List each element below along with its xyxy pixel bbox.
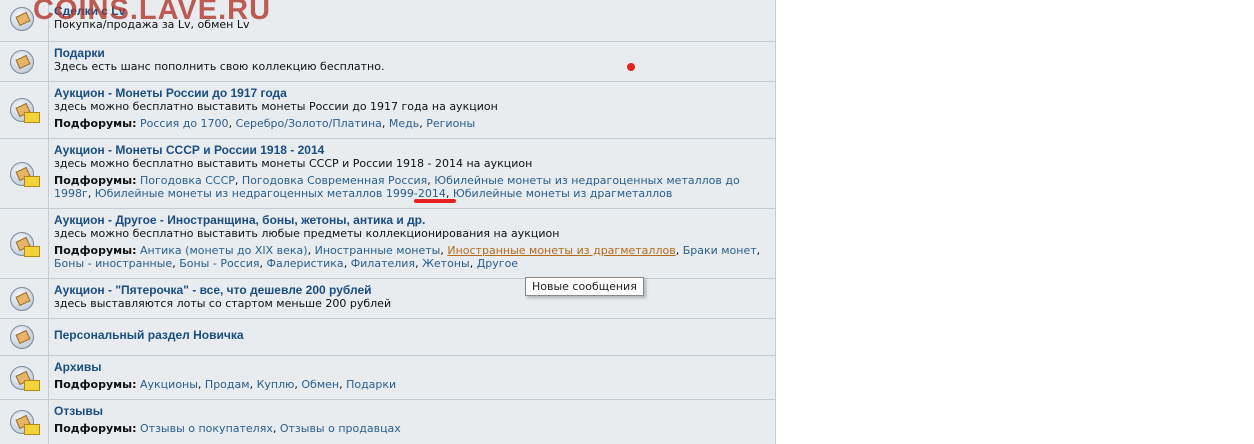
- forum-row: Персональный раздел Новичка: [0, 319, 775, 356]
- forum-new-posts-icon[interactable]: [10, 161, 40, 187]
- forum-title-link[interactable]: Аукцион - Другое - Иностранщина, боны, ж…: [54, 213, 767, 227]
- subforum-link[interactable]: Жетоны: [422, 257, 470, 270]
- forum-new-posts-icon[interactable]: [10, 410, 40, 435]
- forum-list: Сделки с Lv Покупка/продажа за Lv, обмен…: [0, 0, 776, 444]
- site-watermark: COINS.LAVE.RU: [33, 0, 272, 26]
- forum-title-link[interactable]: Подарки: [54, 46, 767, 60]
- subforums-label: Подфорумы:: [54, 422, 137, 435]
- forum-row: Архивы Подфорумы: Аукционы, Продам, Купл…: [0, 356, 775, 400]
- subforum-link[interactable]: Аукционы: [140, 378, 198, 391]
- subforums-label: Подфорумы:: [54, 244, 137, 257]
- forum-description: здесь можно бесплатно выставить монеты С…: [54, 157, 533, 170]
- subforum-link[interactable]: Россия до 1700: [140, 117, 229, 130]
- subforum-link[interactable]: Юбилейные монеты из драгметаллов: [453, 187, 673, 200]
- subforum-link[interactable]: Медь: [389, 117, 419, 130]
- forum-row: Подарки Здесь есть шанс пополнить свою к…: [0, 42, 775, 82]
- forum-new-posts-icon[interactable]: [10, 365, 40, 391]
- subforum-link[interactable]: Фалеристика: [267, 257, 344, 270]
- subforum-link[interactable]: Боны - Россия: [179, 257, 259, 270]
- subforum-link[interactable]: Антика (монеты до XIX века): [140, 244, 308, 257]
- subforum-list: Подфорумы: Погодовка СССР, Погодовка Сов…: [54, 174, 740, 200]
- subforum-link[interactable]: Серебро/Золото/Платина: [236, 117, 382, 130]
- subforum-link[interactable]: Браки монет: [683, 244, 757, 257]
- forum-title-link[interactable]: Аукцион - "Пятерочка" - все, что дешевле…: [54, 283, 767, 297]
- forum-description: здесь можно бесплатно выставить любые пр…: [54, 227, 560, 240]
- forum-folder-icon: [10, 49, 34, 74]
- forum-title-link[interactable]: Архивы: [54, 360, 767, 374]
- forum-folder-icon: [10, 325, 34, 349]
- forum-row: Аукцион - Другое - Иностранщина, боны, ж…: [0, 209, 775, 279]
- subforum-link[interactable]: Погодовка Современная Россия: [242, 174, 427, 187]
- subforum-list: Подфорумы: Россия до 1700, Серебро/Золот…: [54, 117, 476, 130]
- subforum-list: Подфорумы: Аукционы, Продам, Куплю, Обме…: [54, 378, 397, 391]
- subforum-link[interactable]: Продам: [205, 378, 250, 391]
- subforums-label: Подфорумы:: [54, 117, 137, 130]
- subforums-label: Подфорумы:: [54, 378, 137, 391]
- forum-title-link[interactable]: Персональный раздел Новичка: [54, 328, 767, 342]
- forum-description: Здесь есть шанс пополнить свою коллекцию…: [54, 60, 385, 73]
- subforum-link[interactable]: Другое: [477, 257, 518, 270]
- annotation-red-underline: [414, 199, 456, 203]
- forum-folder-icon: [10, 6, 34, 31]
- forum-title-link[interactable]: Аукцион - Монеты СССР и России 1918 - 20…: [54, 143, 767, 157]
- forum-row: Отзывы Подфорумы: Отзывы о покупателях, …: [0, 400, 775, 444]
- forum-new-posts-icon[interactable]: [10, 98, 40, 123]
- subforum-link[interactable]: Иностранные монеты: [315, 244, 441, 257]
- subforum-list: Подфорумы: Антика (монеты до XIX века), …: [54, 244, 761, 270]
- new-posts-tooltip: Новые сообщения: [525, 277, 644, 296]
- subforum-link[interactable]: Отзывы о покупателях: [140, 422, 273, 435]
- forum-description: здесь можно бесплатно выставить монеты Р…: [54, 100, 498, 113]
- subforum-link[interactable]: Подарки: [346, 378, 396, 391]
- forum-title-link[interactable]: Аукцион - Монеты России до 1917 года: [54, 86, 767, 100]
- subforum-link[interactable]: Юбилейные монеты из недрагоценных металл…: [95, 187, 446, 200]
- forum-new-posts-icon[interactable]: [10, 231, 40, 257]
- subforums-label: Подфорумы:: [54, 174, 137, 187]
- forum-row: Аукцион - "Пятерочка" - все, что дешевле…: [0, 279, 775, 319]
- subforum-list: Подфорумы: Отзывы о покупателях, Отзывы …: [54, 422, 401, 435]
- forum-description: здесь выставляются лоты со стартом меньш…: [54, 297, 392, 310]
- subforum-link[interactable]: Куплю: [257, 378, 295, 391]
- forum-folder-icon: [10, 286, 34, 311]
- subforum-link[interactable]: Погодовка СССР: [140, 174, 235, 187]
- forum-row: Аукцион - Монеты России до 1917 года зде…: [0, 82, 775, 139]
- subforum-link[interactable]: Обмен: [301, 378, 339, 391]
- subforum-link[interactable]: Боны - иностранные: [54, 257, 172, 270]
- subforum-link[interactable]: Филателия: [351, 257, 415, 270]
- subforum-link[interactable]: Регионы: [426, 117, 475, 130]
- annotation-red-dot: [627, 63, 635, 71]
- subforum-link[interactable]: Отзывы о продавцах: [280, 422, 401, 435]
- forum-row: Аукцион - Монеты СССР и России 1918 - 20…: [0, 139, 775, 209]
- subforum-link-hovered[interactable]: Иностранные монеты из драгметаллов: [447, 244, 675, 257]
- forum-title-link[interactable]: Отзывы: [54, 404, 767, 418]
